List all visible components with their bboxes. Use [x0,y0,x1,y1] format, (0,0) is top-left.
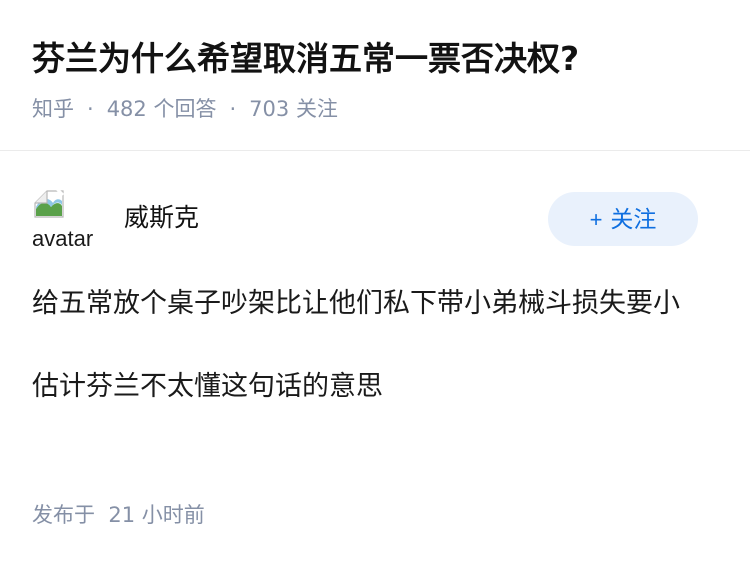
answer-body: 给五常放个桌子吵架比让他们私下带小弟械斗损失要小 估计芬兰不太懂这句话的意思 [32,280,712,411]
publish-time: 21 小时前 [108,503,205,527]
question-header: 芬兰为什么希望取消五常一票否决权? 知乎 · 482 个回答 · 703 关注 [0,0,750,151]
question-meta: 知乎 · 482 个回答 · 703 关注 [32,94,338,124]
author-name[interactable]: 威斯克 [124,200,199,236]
meta-separator: · [229,97,237,121]
question-title[interactable]: 芬兰为什么希望取消五常一票否决权? [32,36,579,82]
broken-image-icon: avatar [32,188,93,250]
answer-count: 482 [106,97,147,121]
meta-separator: · [87,97,94,121]
plus-icon: + [589,207,603,232]
answer-paragraph: 估计芬兰不太懂这句话的意思 [32,371,383,402]
source-label[interactable]: 知乎 [32,97,74,121]
publish-label: 发布于 [32,503,95,527]
answer-count-label[interactable]: 个回答 [153,97,216,121]
answer-time: 发布于 21 小时前 [32,500,205,530]
author-row: avatar 威斯克 + 关注 [32,188,718,250]
follower-count: 703 [249,97,290,121]
follow-button[interactable]: + 关注 [548,192,698,246]
answer-paragraph: 给五常放个桌子吵架比让他们私下带小弟械斗损失要小 [32,288,680,319]
follow-button-label: 关注 [610,206,657,232]
avatar-alt-text: avatar [32,226,93,250]
avatar[interactable]: avatar [32,188,98,250]
follower-count-label: 关注 [295,97,338,121]
